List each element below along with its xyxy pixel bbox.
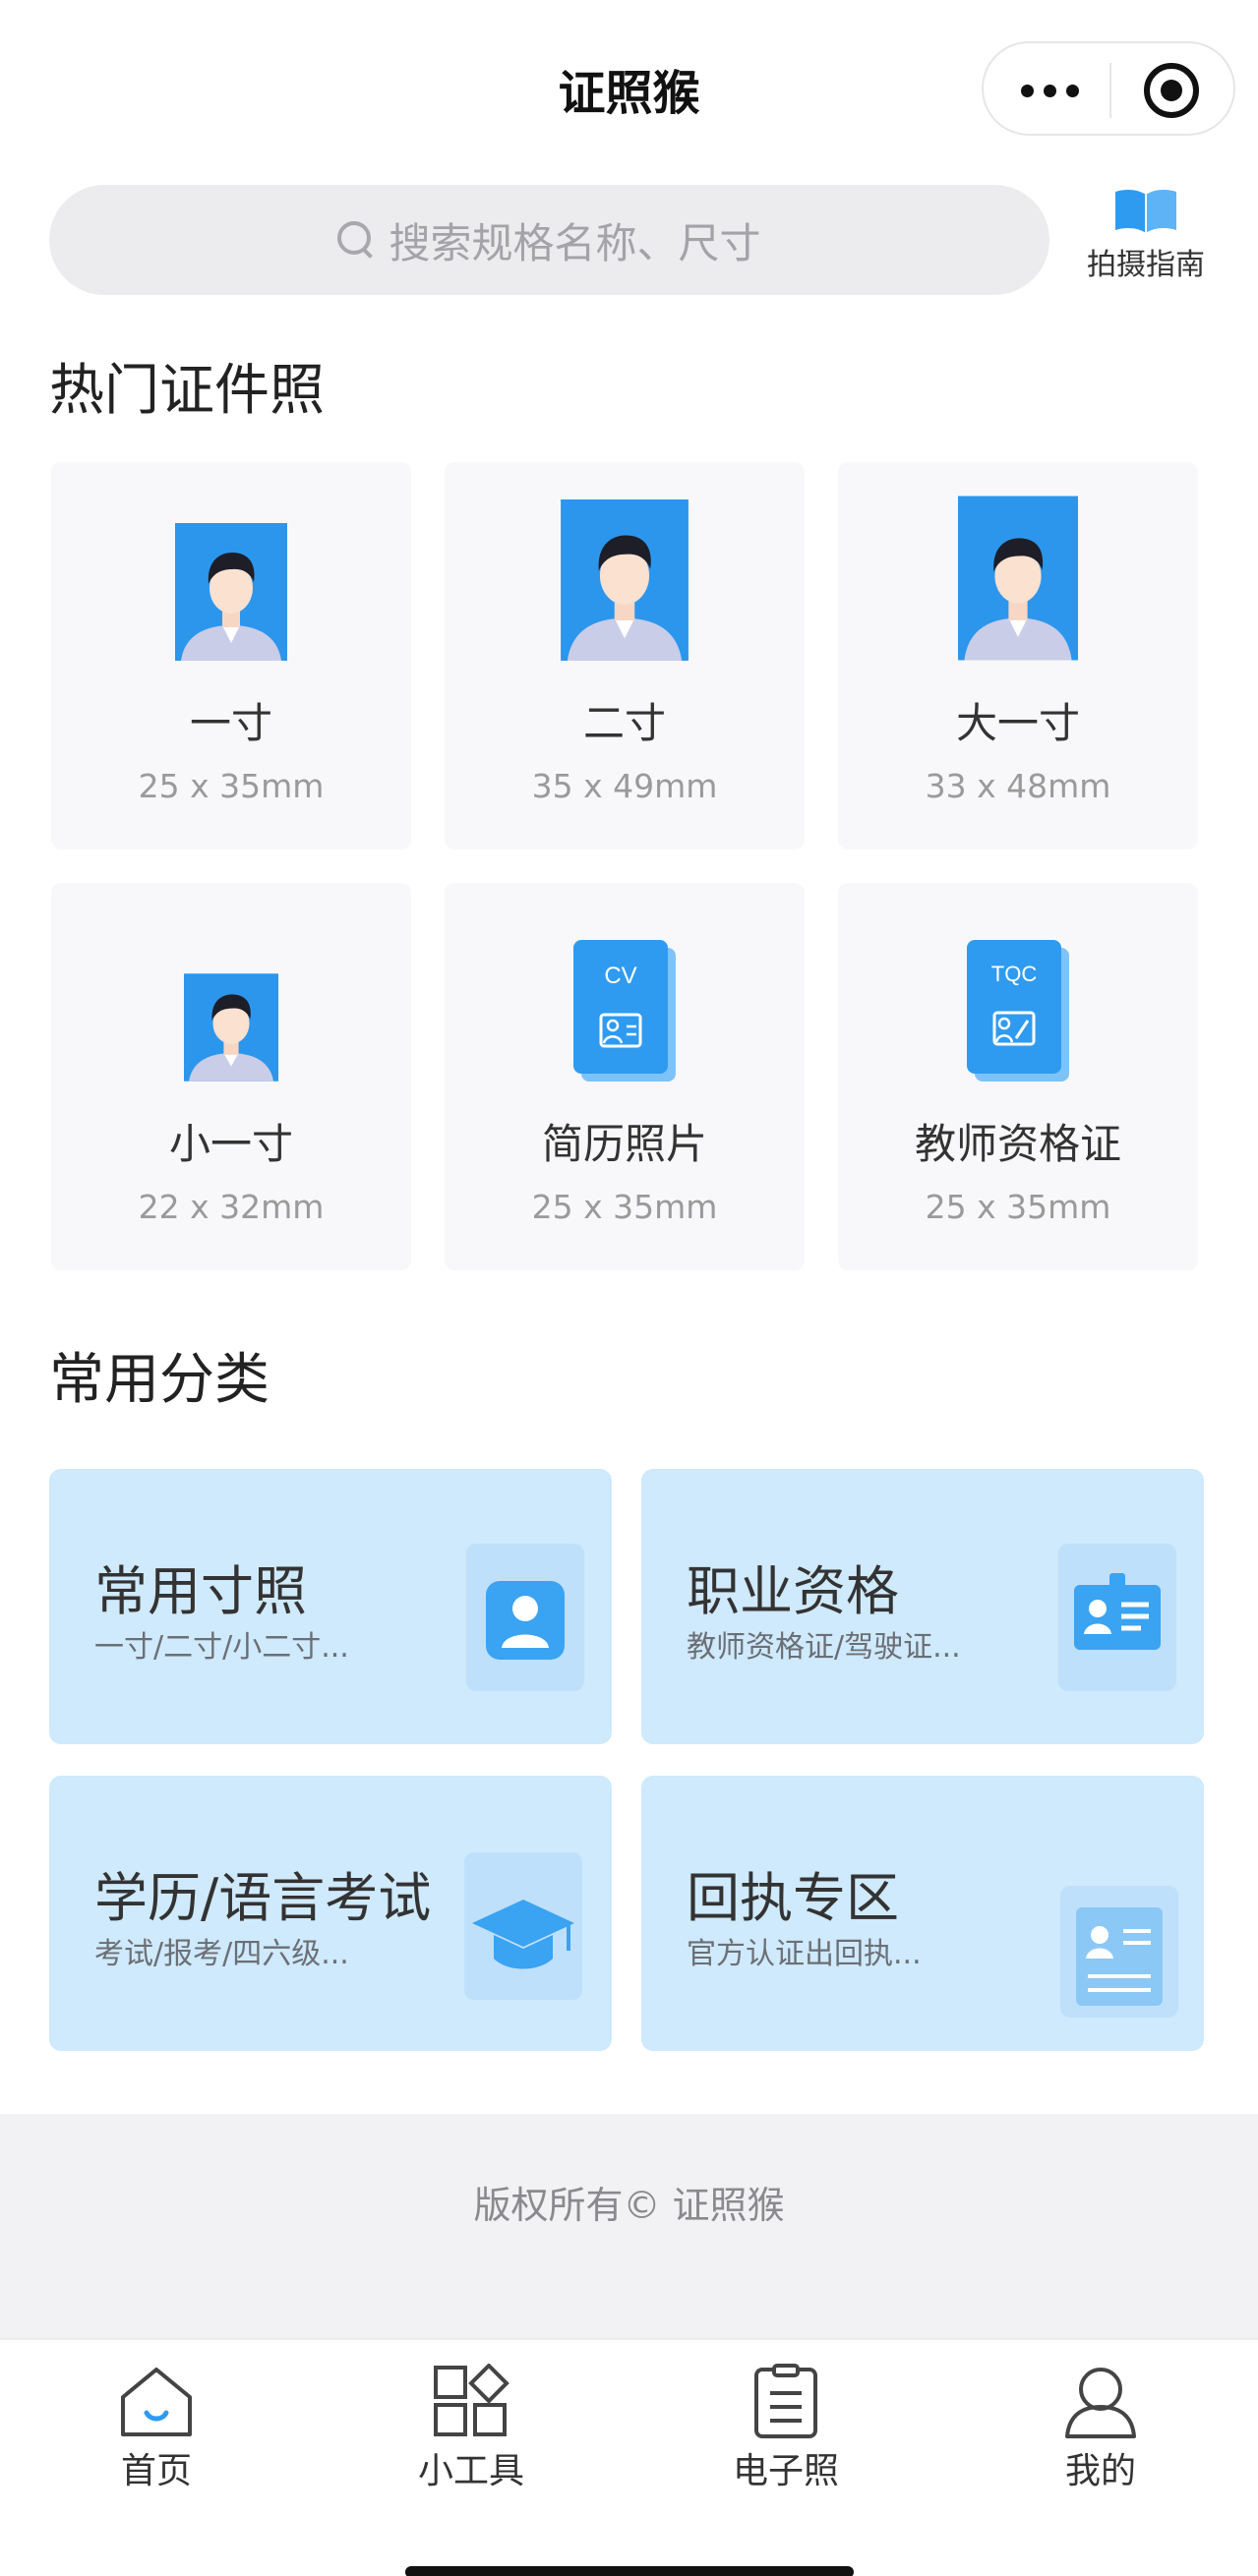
receipt-card-icon xyxy=(1060,1886,1178,2018)
hot-item-size: 25 x 35mm xyxy=(531,1188,718,1226)
category-subtitle: 官方认证出回执... xyxy=(687,1937,922,1971)
category-card-common-size[interactable]: 常用寸照 一寸/二寸/小二寸... xyxy=(49,1469,612,1744)
grid-tools-icon xyxy=(434,2364,509,2436)
hot-item-card[interactable]: 小一寸 22 x 32mm xyxy=(51,883,411,1270)
hot-item-name: 二寸 xyxy=(582,699,666,747)
hot-item-size: 35 x 49mm xyxy=(531,767,718,805)
tab-label: 我的 xyxy=(1064,2451,1136,2491)
tab-label: 电子照 xyxy=(732,2451,839,2491)
tab-bar: 首页 小工具 电子照 我的 xyxy=(0,2338,1258,2576)
hot-item-name: 小一寸 xyxy=(168,1120,293,1168)
category-card-education-exam[interactable]: 学历/语言考试 考试/报考/四六级... xyxy=(49,1776,612,2051)
hot-section-title: 热门证件照 xyxy=(49,359,325,423)
hot-item-name: 教师资格证 xyxy=(914,1120,1121,1168)
hot-item-card[interactable]: 一寸 25 x 35mm xyxy=(51,462,411,849)
teacher-certificate-icon: TQC xyxy=(967,940,1069,1082)
mini-program-capsule xyxy=(982,41,1235,136)
tab-e-photo[interactable]: 电子照 xyxy=(688,2364,884,2493)
hot-item-card[interactable]: 二寸 35 x 49mm xyxy=(445,462,805,849)
hot-item-name: 一寸 xyxy=(189,699,272,747)
nav-bar: 证照猴 xyxy=(0,0,1258,177)
category-subtitle: 一寸/二寸/小二寸... xyxy=(94,1630,349,1665)
person-badge-icon xyxy=(466,1544,584,1691)
home-icon xyxy=(121,2368,192,2436)
copyright-text: 版权所有© 证照猴 xyxy=(473,2184,785,2227)
tab-mine[interactable]: 我的 xyxy=(1002,2364,1199,2493)
portrait-photo-icon xyxy=(175,523,287,661)
search-placeholder: 搜索规格名称、尺寸 xyxy=(389,218,761,267)
graduation-cap-icon xyxy=(464,1852,582,2000)
home-indicator xyxy=(405,2566,854,2576)
user-icon xyxy=(1065,2368,1136,2438)
hot-item-card[interactable]: TQC 教师资格证 25 x 35mm xyxy=(838,883,1198,1270)
hot-item-size: 33 x 48mm xyxy=(925,767,1111,805)
hot-item-name: 简历照片 xyxy=(541,1120,707,1168)
more-icon[interactable] xyxy=(1021,81,1080,100)
hot-item-size: 25 x 35mm xyxy=(925,1188,1111,1226)
shooting-guide-label: 拍摄指南 xyxy=(1087,248,1205,282)
hot-item-card[interactable]: CV 简历照片 25 x 35mm xyxy=(445,883,805,1270)
portrait-photo-icon xyxy=(561,499,689,661)
id-card-icon xyxy=(1058,1544,1176,1691)
search-icon xyxy=(337,221,375,259)
tab-label: 首页 xyxy=(120,2451,192,2491)
cv-icon-text: CV xyxy=(604,963,636,989)
clipboard-icon xyxy=(754,2364,817,2438)
tab-label: 小工具 xyxy=(417,2451,524,2491)
hot-item-card[interactable]: 大一寸 33 x 48mm xyxy=(838,462,1198,849)
portrait-photo-icon xyxy=(184,973,278,1082)
category-subtitle: 考试/报考/四六级... xyxy=(94,1937,349,1971)
category-card-receipt[interactable]: 回执专区 官方认证出回执... xyxy=(641,1776,1204,2051)
category-title: 常用寸照 xyxy=(94,1560,307,1622)
shooting-guide-button[interactable]: 拍摄指南 xyxy=(1067,187,1225,283)
category-title: 回执专区 xyxy=(687,1867,899,1929)
category-subtitle: 教师资格证/驾驶证... xyxy=(687,1630,961,1665)
category-section-title: 常用分类 xyxy=(49,1348,270,1412)
tqc-icon-text: TQC xyxy=(991,962,1038,986)
category-card-professional[interactable]: 职业资格 教师资格证/驾驶证... xyxy=(641,1469,1204,1744)
close-target-icon[interactable] xyxy=(1144,63,1199,118)
capsule-divider xyxy=(1109,63,1111,118)
tab-home[interactable]: 首页 xyxy=(58,2364,255,2493)
search-bar[interactable]: 搜索规格名称、尺寸 xyxy=(49,185,1049,295)
tab-tools[interactable]: 小工具 xyxy=(373,2364,569,2493)
hot-item-size: 22 x 32mm xyxy=(138,1188,325,1226)
hot-item-name: 大一寸 xyxy=(955,699,1080,747)
hot-item-size: 25 x 35mm xyxy=(138,767,325,805)
portrait-photo-icon xyxy=(958,496,1078,661)
category-title: 学历/语言考试 xyxy=(94,1867,432,1929)
category-title: 职业资格 xyxy=(687,1560,899,1622)
book-icon xyxy=(1115,190,1176,233)
cv-document-icon: CV xyxy=(573,940,676,1082)
